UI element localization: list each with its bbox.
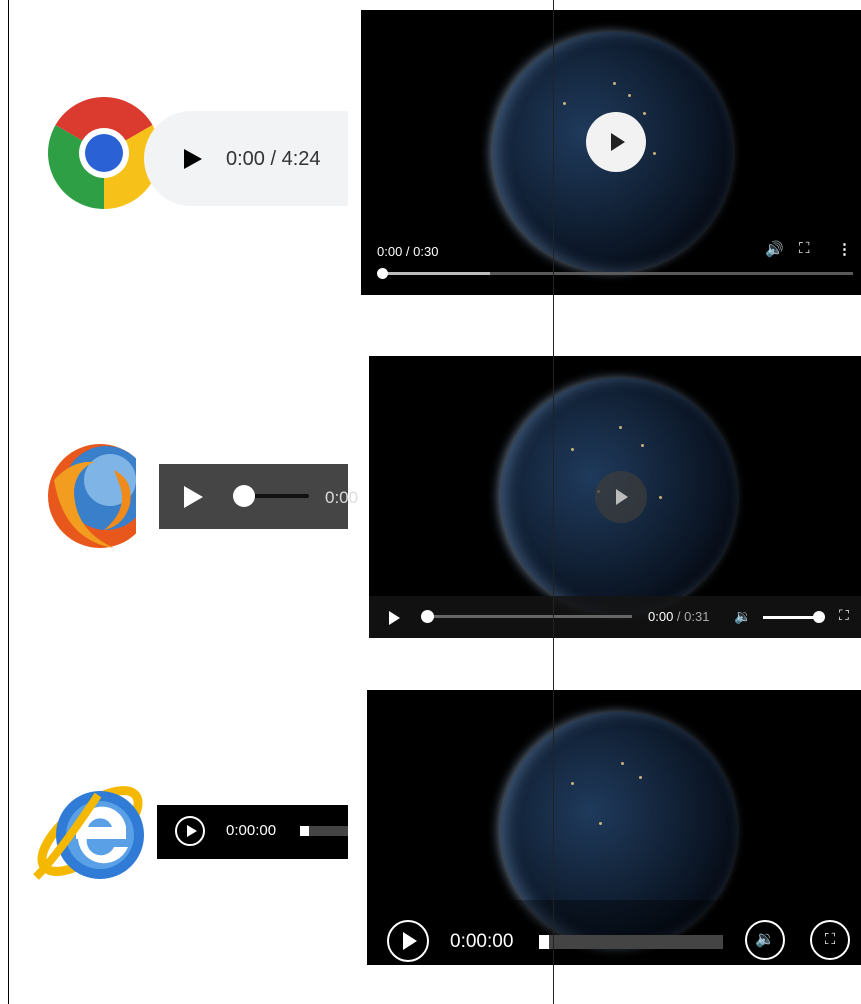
play-icon[interactable] (184, 149, 202, 169)
more-options-icon[interactable]: ⋮ (837, 240, 852, 258)
video-time-display: 0:00 / 0:31 (648, 609, 709, 624)
audio-time-display: 0:00:00 (226, 822, 277, 839)
current-time: 0:00 (648, 609, 674, 624)
firefox-logo-icon (44, 430, 158, 558)
firefox-video-player[interactable]: 0:00 / 0:31 🔉 ⛶ (369, 356, 861, 638)
firefox-audio-player: 0:00 (159, 464, 358, 529)
big-play-button[interactable] (595, 471, 647, 523)
progress-knob[interactable] (377, 268, 388, 279)
duration: / 0:31 (673, 609, 710, 624)
progress-bar[interactable] (427, 615, 632, 618)
chrome-video-player[interactable]: 0:00 / 0:30 🔊 ⛶ ⋮ (361, 10, 861, 295)
audio-time-display: 0:00 / 4:24 (226, 148, 321, 170)
vertical-divider-line (553, 0, 554, 1004)
volume-icon[interactable]: 🔉 (745, 920, 785, 960)
progress-thumb[interactable] (539, 935, 549, 949)
play-icon[interactable] (389, 611, 400, 625)
volume-knob[interactable] (813, 611, 825, 623)
video-controls-bar: 0:00 / 0:31 🔉 ⛶ (369, 596, 861, 638)
internet-explorer-logo-icon (28, 765, 160, 893)
ie-audio-player: 0:00:00 (157, 805, 348, 859)
play-icon[interactable] (175, 816, 205, 846)
progress-knob[interactable] (421, 610, 434, 623)
chrome-audio-player: 0:00 / 4:24 (144, 111, 348, 206)
volume-slider[interactable] (763, 616, 819, 619)
ie-video-player[interactable]: 0:00:00 🔉 ⛶ (367, 690, 861, 965)
progress-bar[interactable] (539, 935, 723, 949)
audio-time-display: 0:00 (325, 488, 359, 507)
fullscreen-icon[interactable]: ⛶ (799, 240, 810, 257)
audio-progress-knob[interactable] (233, 485, 255, 507)
volume-icon[interactable]: 🔉 (734, 608, 751, 625)
video-time-display: 0:00 / 0:30 (377, 244, 439, 259)
chrome-logo-icon (47, 97, 161, 209)
page-left-border (8, 0, 9, 1004)
video-controls-bar: 0:00:00 🔉 ⛶ (367, 900, 859, 965)
fullscreen-icon[interactable]: ⛶ (839, 607, 849, 624)
audio-progress-thumb[interactable] (300, 826, 309, 836)
play-icon[interactable] (184, 486, 203, 508)
volume-icon[interactable]: 🔊 (765, 240, 784, 258)
video-time-display: 0:00:00 (450, 931, 514, 952)
play-icon[interactable] (387, 920, 429, 962)
big-play-button[interactable] (586, 112, 646, 172)
progress-bar[interactable] (381, 272, 853, 275)
fullscreen-icon[interactable]: ⛶ (810, 920, 850, 960)
